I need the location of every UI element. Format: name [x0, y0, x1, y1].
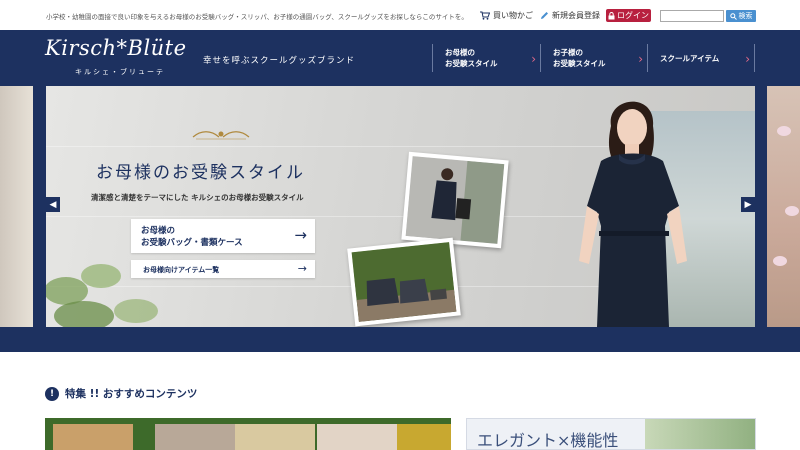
mother-items-button[interactable]: お母様向けアイテム一覧 →	[131, 260, 315, 278]
mother-items-button-label: お母様向けアイテム一覧	[143, 266, 220, 274]
hero-slide[interactable]: お母様のお受験スタイル 清潔感と清楚をテーマにした キルシェのお母様お受験スタイ…	[46, 86, 755, 327]
slide-next-button[interactable]: ▶	[741, 197, 755, 212]
featured-heading: ! 特集 !! おすすめコンテンツ	[45, 386, 197, 401]
bags-photo	[347, 237, 461, 327]
arrow-right-icon: →	[294, 226, 307, 244]
nav-item-label: お子様の お受験スタイル	[553, 48, 606, 68]
exclamation-icon: !	[45, 386, 59, 401]
arrow-right-icon: →	[297, 262, 307, 275]
nav-item-label: お母様の お受験スタイル	[445, 48, 498, 68]
featured-card-text: エレガント×機能性	[477, 431, 619, 450]
brand-tagline: 幸せを呼ぶスクールグッズブランド	[203, 56, 356, 66]
search-button[interactable]: 検索	[726, 10, 756, 22]
next-slide-peek	[767, 86, 800, 327]
mother-bags-button[interactable]: お母様の お受験バッグ・書類ケース →	[131, 219, 315, 253]
register-label: 新規会員登録	[552, 10, 600, 20]
chevron-right-icon: ›	[531, 52, 536, 66]
site-tagline: 小学校・幼稚園の面接で良い印象を与えるお母様のお受験バッグ・スリッパ、お子様の通…	[46, 13, 468, 21]
search-button-label: 検索	[738, 12, 753, 20]
outfit-photo	[401, 151, 509, 249]
chevron-right-icon: ›	[638, 52, 643, 66]
hero-title: お母様のお受験スタイル	[96, 163, 305, 183]
nav-item-child-style[interactable]: お子様の お受験スタイル ›	[540, 44, 647, 72]
model-image	[579, 101, 687, 327]
cart-label: 買い物かご	[493, 10, 533, 20]
hero-subtitle: 清潔感と清楚をテーマにした キルシェのお母様お受験スタイル	[91, 193, 304, 202]
chevron-right-icon: ›	[745, 52, 750, 66]
ornament-icon	[192, 131, 250, 140]
cart-icon	[480, 11, 490, 20]
card-image	[53, 424, 133, 450]
leaves-image	[46, 264, 158, 327]
top-utility-bar: 小学校・幼稚園の面接で良い印象を与えるお母様のお受験バッグ・スリッパ、お子様の通…	[0, 0, 800, 30]
pencil-icon	[541, 11, 548, 19]
chevron-right-icon: ▶	[744, 199, 752, 210]
nav-item-school-items[interactable]: スクールアイテム ›	[647, 44, 755, 72]
search-input[interactable]	[660, 10, 724, 22]
nav-item-label: スクールアイテム	[660, 53, 720, 63]
card-image	[155, 424, 235, 450]
site-logo[interactable]: Kirsch*Blüte	[45, 36, 187, 60]
card-image	[397, 424, 451, 450]
slide-prev-button[interactable]: ◀	[46, 197, 60, 212]
featured-card-banner[interactable]	[45, 418, 451, 450]
mother-bags-button-label: お母様の お受験バッグ・書類ケース	[141, 226, 243, 248]
card-image	[235, 424, 315, 450]
login-label: ログイン	[617, 11, 649, 20]
search-icon	[729, 12, 737, 20]
card-image	[645, 419, 755, 449]
cart-link[interactable]: 買い物かご	[480, 8, 533, 22]
logo-subtitle: キルシェ・ブリューテ	[75, 68, 165, 76]
chevron-left-icon: ◀	[49, 199, 57, 210]
register-link[interactable]: 新規会員登録	[540, 8, 600, 22]
site-header: Kirsch*Blüte キルシェ・ブリューテ 幸せを呼ぶスクールグッズブランド…	[0, 30, 800, 86]
nav-item-mother-style[interactable]: お母様の お受験スタイル ›	[432, 44, 540, 72]
previous-slide-peek	[0, 86, 33, 327]
login-button[interactable]: ログイン	[606, 9, 651, 22]
lock-icon	[608, 11, 615, 19]
featured-card-elegant[interactable]: エレガント×機能性	[466, 418, 756, 450]
card-image	[317, 424, 397, 450]
featured-title: 特集 !! おすすめコンテンツ	[65, 388, 198, 400]
